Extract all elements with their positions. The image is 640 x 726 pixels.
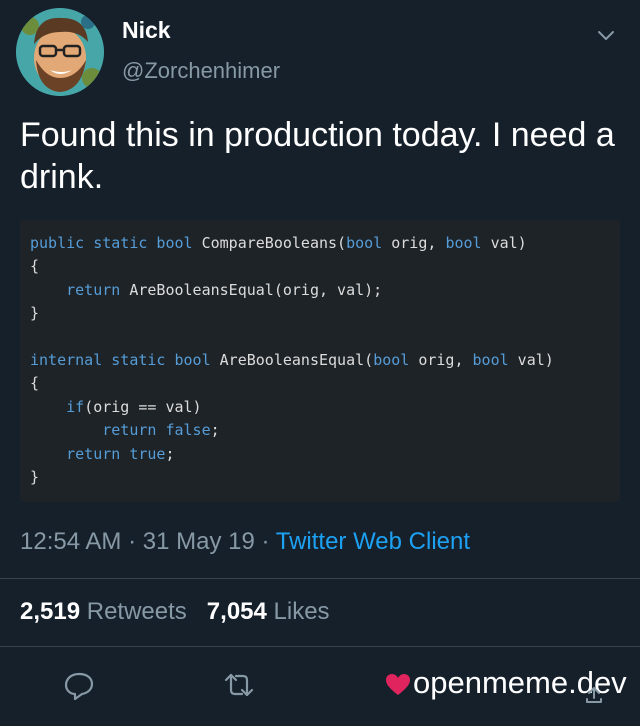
code-keyword: bool xyxy=(445,234,482,252)
code-line: return AreBooleansEqual(orig, val); xyxy=(30,279,554,302)
retweets-stat[interactable]: 2,519 Retweets xyxy=(20,598,187,625)
code-keyword: bool xyxy=(472,351,509,370)
tweet-meta: 12:54 AM · 31 May 19 · Twitter Web Clien… xyxy=(20,528,470,556)
likes-label: Likes xyxy=(273,598,330,625)
code-text: AreBooleansEqual(orig, val); xyxy=(120,280,383,299)
code-line: } xyxy=(30,466,554,489)
code-text: CompareBooleans( xyxy=(192,234,347,252)
divider xyxy=(0,646,640,647)
tweet-stats: 2,519 Retweets 7,054 Likes xyxy=(20,598,330,626)
code-keyword: public static bool xyxy=(30,234,193,252)
code-line: return false; xyxy=(30,419,554,442)
tweet-text: Found this in production today. I need a… xyxy=(20,116,615,196)
meta-separator: · xyxy=(128,528,137,555)
retweets-label: Retweets xyxy=(86,598,187,625)
code-text: val) xyxy=(481,234,527,252)
code-line: public static bool CompareBooleans(bool … xyxy=(30,232,554,255)
code-text: val) xyxy=(508,351,554,370)
code-text: { xyxy=(30,374,40,393)
code-text: } xyxy=(30,468,40,487)
code-image[interactable]: public static bool CompareBooleans(bool … xyxy=(20,220,620,502)
code-keyword: return xyxy=(66,280,121,299)
code-text: AreBooleansEqual( xyxy=(210,351,374,370)
code-text: (orig == val) xyxy=(84,397,202,416)
share-icon[interactable] xyxy=(585,686,603,704)
author-display-name[interactable]: Nick xyxy=(122,17,171,44)
code-line: { xyxy=(30,372,554,395)
code-keyword: bool xyxy=(346,234,383,252)
code-keyword: internal static bool xyxy=(30,351,211,370)
author-handle[interactable]: @Zorchenhimer xyxy=(122,58,280,84)
code-keyword: return false xyxy=(102,421,211,440)
tweet-time[interactable]: 12:54 AM xyxy=(20,528,121,555)
retweets-count: 2,519 xyxy=(20,598,81,625)
code-text: { xyxy=(30,257,40,276)
code-line: } xyxy=(30,302,554,325)
code-keyword: bool xyxy=(373,351,410,370)
avatar-image xyxy=(16,8,104,96)
tweet-date[interactable]: 31 May 19 xyxy=(143,528,255,555)
code-block: public static bool CompareBooleans(bool … xyxy=(30,232,554,489)
heart-icon[interactable] xyxy=(385,670,411,696)
code-line: { xyxy=(30,255,554,278)
meta-separator: · xyxy=(261,528,270,555)
reply-icon[interactable] xyxy=(62,668,96,702)
chevron-down-icon[interactable] xyxy=(595,24,617,46)
code-text: ; xyxy=(210,421,220,440)
retweet-icon[interactable] xyxy=(222,668,256,702)
divider xyxy=(0,578,640,579)
code-text: } xyxy=(30,304,40,323)
code-text: orig, xyxy=(409,351,473,370)
code-keyword: return true xyxy=(66,444,166,463)
avatar[interactable] xyxy=(16,8,104,96)
code-text: ; xyxy=(165,444,175,463)
code-line: return true; xyxy=(30,443,554,466)
code-text: orig, xyxy=(382,234,446,252)
tweet-source-link[interactable]: Twitter Web Client xyxy=(276,528,470,555)
code-line: if(orig == val) xyxy=(30,396,554,419)
likes-stat[interactable]: 7,054 Likes xyxy=(207,598,330,625)
code-line: internal static bool AreBooleansEqual(bo… xyxy=(30,349,554,372)
likes-count: 7,054 xyxy=(206,598,267,625)
code-keyword: if xyxy=(66,397,85,416)
